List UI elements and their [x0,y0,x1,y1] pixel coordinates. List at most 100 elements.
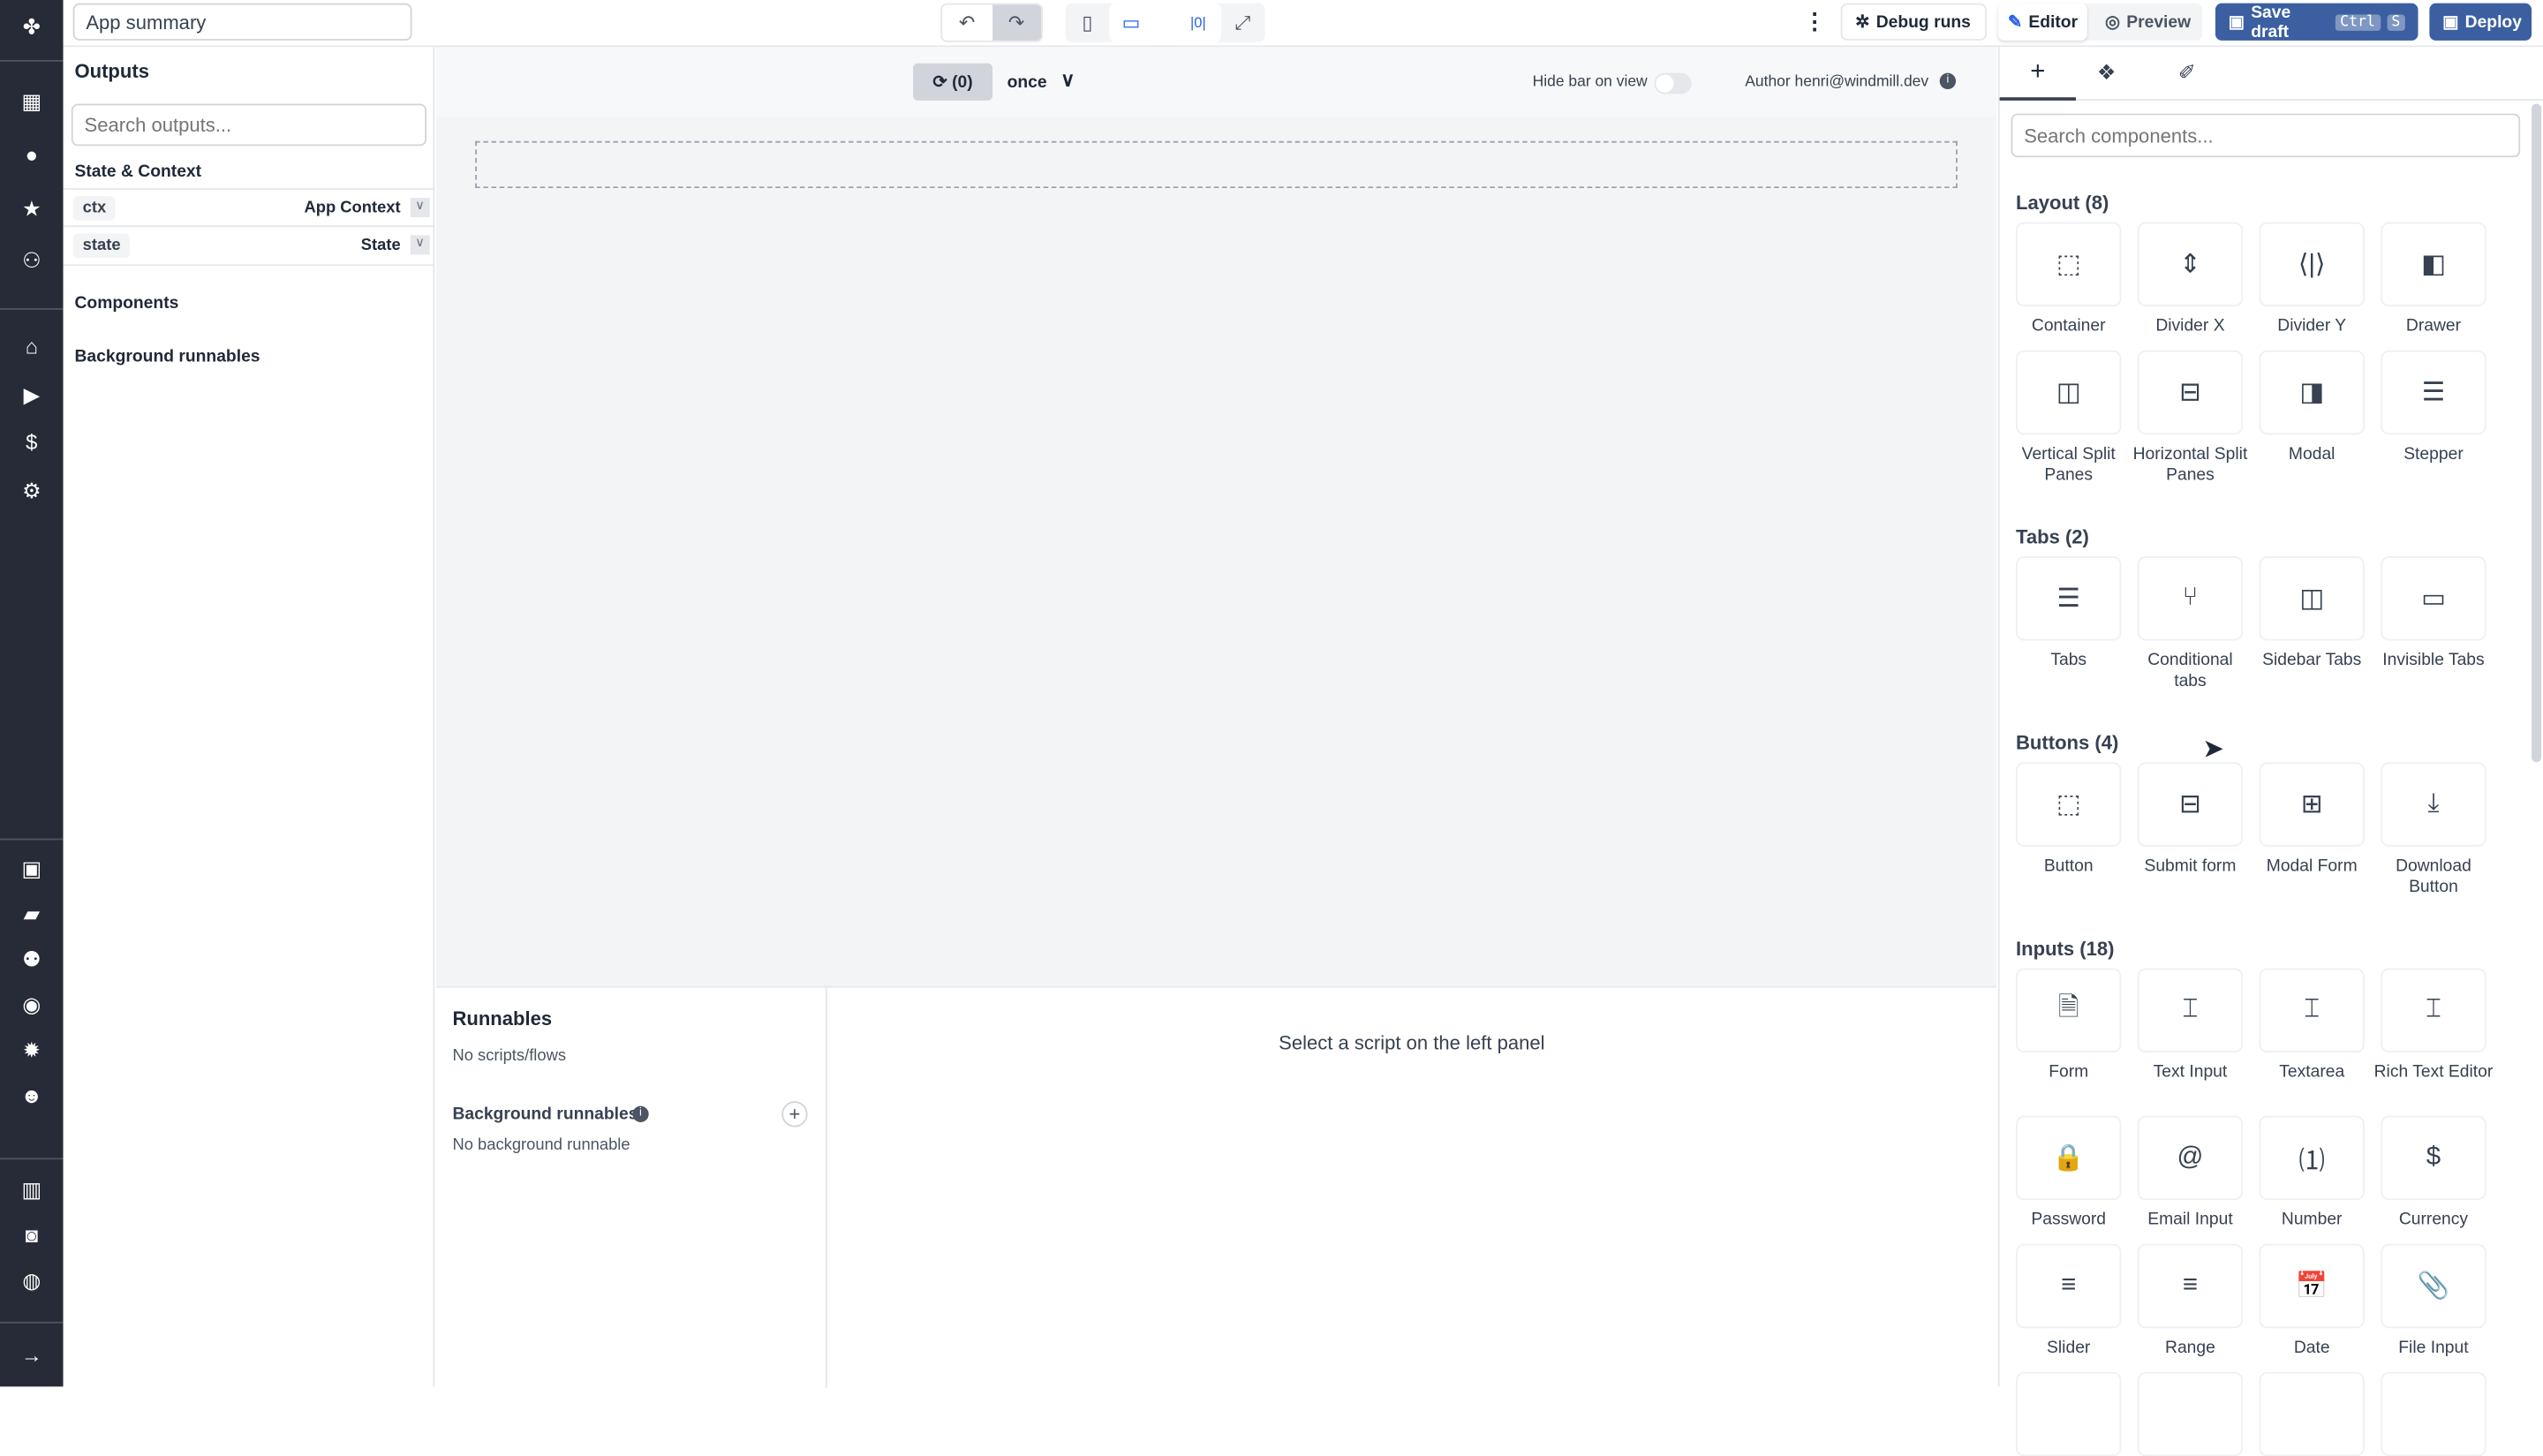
mode-toggle: ✎ Editor ◎ Preview [1997,3,2203,41]
fixed-width-icon[interactable]: |0| [1175,3,1221,42]
submit-form-icon: ⊟ [2179,791,2201,819]
component-tile-divider-y[interactable]: ⟨|⟩ [2259,222,2365,307]
app-title-input[interactable] [72,3,412,41]
more-menu-icon[interactable]: ⋮ [1803,8,1826,35]
mouse-cursor-icon: ➤ [2202,736,2224,765]
component-tile-vertical-split-panes[interactable]: ◫ [2016,350,2122,435]
component-tile-date[interactable]: 📅 [2259,1243,2365,1329]
component-label: Stepper [2403,444,2464,464]
component-tile-number[interactable]: ⑴ [2259,1115,2365,1201]
search-components-input[interactable] [2011,113,2521,158]
date-icon: 📅 [2295,1272,2328,1301]
component-tile[interactable] [2381,1371,2486,1456]
refresh-mode-select[interactable]: once [1007,73,1047,93]
component-label: Horizontal Split Panes [2132,444,2248,486]
expand-icon[interactable]: ⤢ [1220,4,1265,42]
mobile-icon[interactable]: ▯ [1066,4,1110,42]
windmill-logo-icon[interactable]: ✤ [15,15,49,41]
chevron-down-icon[interactable]: ∨ [1060,68,1075,91]
arrow-right-icon[interactable]: → [15,1343,49,1369]
component-tile-textarea[interactable]: ⌶ [2259,968,2365,1053]
component-tile-modal-form[interactable]: ⊞ [2259,762,2365,847]
undo-icon[interactable]: ↶ [942,5,992,41]
component-label: Password [2031,1210,2107,1230]
output-row-state[interactable]: state State ∨ [63,227,435,267]
top-toolbar: ↶↷ ▯▭ |0|⤢ ⋮ ✲Debug runs ✎Editor ◎ Previe… [63,0,2543,48]
kbd-ctrl: Ctrl [2335,13,2381,30]
component-tile-button[interactable]: ⬚ [2016,762,2122,847]
laptop-icon[interactable]: ▭ [1109,3,1153,42]
component-tile-conditional-tabs[interactable]: ⑂ [2137,555,2244,641]
component-label: Date [2293,1338,2330,1358]
folder-icon[interactable]: ▰ [15,902,49,927]
building-icon[interactable]: ▦ [15,89,49,115]
component-tile-text-input[interactable]: ⌶ [2137,968,2244,1053]
component-tile-email-input[interactable]: @ [2137,1115,2244,1201]
deploy-button[interactable]: ▣ Deploy [2429,3,2532,41]
component-tile-tabs[interactable]: ☰ [2016,555,2122,641]
vertical-split-panes-icon: ◫ [2056,379,2081,408]
component-tile-password[interactable]: 🔒 [2016,1115,2122,1201]
preview-tab[interactable]: ◎ Preview [2095,4,2200,41]
component-tile[interactable] [2259,1371,2365,1456]
number-icon: ⑴ [2298,1148,2325,1176]
component-tile-slider[interactable]: ≡ [2016,1243,2122,1329]
tabs-icon: ☰ [2056,585,2080,614]
debug-runs-button[interactable]: ✲ Debug runs [1840,3,1987,41]
output-row-ctx[interactable]: ctx App Context ∨ [63,188,435,228]
component-tile-invisible-tabs[interactable]: ▭ [2381,555,2486,641]
github-icon[interactable]: ◍ [15,1268,49,1294]
users-icon[interactable]: ⚇ [15,248,49,274]
star-icon[interactable]: ★ [15,196,49,222]
component-tile-submit-form[interactable]: ⊟ [2137,762,2244,847]
bot-icon[interactable]: ☻ [15,1083,49,1109]
book-icon[interactable]: ▥ [15,1177,49,1203]
groups-icon[interactable]: ⚉ [15,947,49,973]
discord-icon[interactable]: ◙ [15,1223,49,1249]
component-tile-download-button[interactable]: ⤓ [2381,762,2486,847]
gear-icon[interactable]: ✹ [15,1037,49,1063]
component-tile-currency[interactable]: $ [2381,1115,2486,1201]
component-tile-file-input[interactable]: 📎 [2381,1243,2486,1329]
components-panel: + ❖ ✐ Layout (8) ⬚ Container ⇕ Divider X ⟨|⟩ D… [1997,47,2543,1456]
editor-tab[interactable]: ✎ Editor [1997,3,2088,41]
component-tile[interactable] [2137,1371,2244,1456]
chevron-down-icon[interactable]: ∨ [410,235,430,255]
tab-theme-brush-icon[interactable]: ✐ [2178,60,2196,86]
play-icon[interactable]: ▶ [15,382,49,408]
dollar-icon[interactable]: $ [15,430,49,456]
app-grid-dropzone[interactable] [475,140,1958,189]
add-background-runnable-button[interactable]: + [781,1101,808,1128]
component-tile-drawer[interactable]: ◧ [2381,222,2486,307]
calendar-icon[interactable]: ▣ [15,856,49,882]
hide-bar-toggle[interactable] [1654,72,1692,94]
home-icon[interactable]: ⌂ [15,334,49,359]
tab-insert-plus-icon[interactable]: + [1999,47,2076,101]
scrollbar[interactable] [2532,103,2542,763]
component-label: Divider Y [2277,316,2347,336]
component-tile-stepper[interactable]: ☰ [2381,350,2486,435]
component-tile-form[interactable]: 🗎 [2016,968,2122,1053]
refresh-button[interactable]: ⟳ (0) [913,63,993,101]
resources-icon[interactable]: ⚙ [15,479,49,504]
component-tile-modal[interactable]: ◨ [2259,350,2365,435]
save-draft-button[interactable]: ▣ Save draft Ctrl S [2215,3,2418,41]
component-tile[interactable] [2016,1371,2122,1456]
component-label: Modal Form [2266,856,2358,876]
component-tile-divider-x[interactable]: ⇕ [2137,222,2244,307]
component-tile-rich-text-editor[interactable]: ⌶ [2381,968,2486,1053]
component-tile-sidebar-tabs[interactable]: ◫ [2259,555,2365,641]
component-tile-horizontal-split-panes[interactable]: ⊟ [2137,350,2244,435]
chevron-down-icon[interactable]: ∨ [410,198,430,218]
eye-icon[interactable]: ◉ [15,992,49,1018]
user-icon[interactable]: ● [15,143,49,169]
main-nav: ✤ ▦ ● ★ ⚇ ⌂ ▶ $ ⚙ ▣ ▰ ⚉ ◉ ✹ ☻ ▥ ◙ ◍ → [0,0,64,1387]
component-tile-container[interactable]: ⬚ [2016,222,2122,307]
tab-components-icon[interactable]: ❖ [2097,60,2116,86]
textarea-icon: ⌶ [2304,995,2320,1023]
search-outputs-input[interactable] [71,103,427,147]
device-toggle: ▯ ▭ [1065,3,1153,42]
component-tile-range[interactable]: ≡ [2137,1243,2244,1329]
component-label: Email Input [2147,1210,2233,1230]
redo-icon[interactable]: ↷ [992,4,1042,41]
